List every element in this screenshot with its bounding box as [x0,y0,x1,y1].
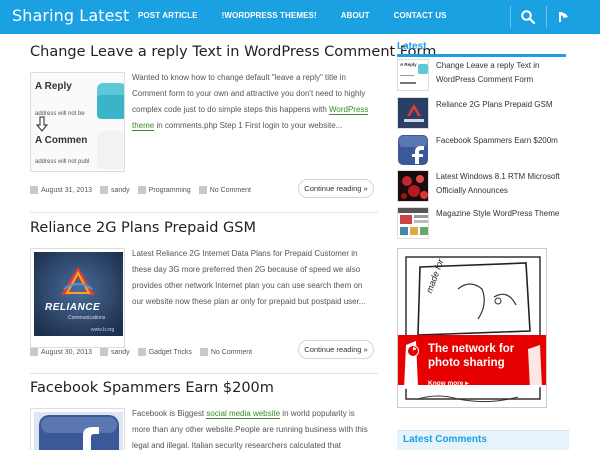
post-excerpt: Wanted to know how to change default "le… [132,73,369,131]
sidebar-heading-latest: Latest [397,41,427,52]
post-category[interactable]: Gadget Tricks [149,349,192,356]
facebook-logo-icon [398,135,428,165]
inline-link[interactable]: social media website [206,409,281,419]
sidebar-item-title[interactable]: Magazine Style WordPress Theme [436,207,569,221]
windows-thumbnail-image [401,175,428,199]
thumb-text: address will not publ [35,159,90,165]
thumb-text: A Reply [400,62,417,67]
sidebar-latest-item[interactable]: Reliance 2G Plans Prepaid GSM [397,97,569,131]
continue-reading-button[interactable]: Continue reading » [298,179,374,198]
post-meta: August 30, 2013 sandy Gadget Tricks No C… [30,345,260,359]
sidebar-thumbnail[interactable]: A Reply [397,59,429,91]
ad-headline: The network for photo sharing [428,343,515,369]
post-title[interactable]: Facebook Spammers Earn $200m [30,380,274,396]
ad-illustration [398,256,546,403]
post-comments[interactable]: No Comment [211,349,252,356]
author-icon [100,348,108,356]
sidebar-latest-item[interactable]: Magazine Style WordPress Theme [397,207,569,241]
search-icon[interactable] [520,9,536,25]
nav-post-article[interactable]: POST ARTICLE [126,0,210,34]
calendar-icon [30,186,38,194]
thumb-decoration [400,75,414,76]
nav-separator [510,6,511,28]
top-navigation-bar: Sharing Latest POST ARTICLE !WORDPRESS T… [0,0,600,34]
sidebar-item-title[interactable]: Reliance 2G Plans Prepaid GSM [436,98,569,112]
post-date: August 30, 2013 [41,348,92,356]
thumb-text: RELIANCE [45,302,101,313]
post-category[interactable]: Programming [149,187,191,194]
nav-contact-us[interactable]: CONTACT US [382,0,459,34]
sidebar-item-title[interactable]: Facebook Spammers Earn $200m [436,134,569,148]
post-excerpt: Facebook is Biggest social media website… [132,409,368,450]
sidebar-thumbnail[interactable] [397,134,429,166]
thumb-text: address will not be [35,111,85,117]
post-comments[interactable]: No Comment [210,187,251,194]
sidebar-latest-item[interactable]: Latest Windows 8.1 RTM Microsoft Officia… [397,170,569,204]
post-thumbnail-image [34,252,123,336]
rss-icon[interactable] [556,9,572,25]
site-title[interactable]: Sharing Latest [12,6,129,25]
post-thumbnail[interactable]: A Reply address will not be A Commen add… [30,72,125,172]
category-icon [137,186,146,194]
post-thumbnail[interactable]: RELIANCE Communications www.b.org [30,248,125,348]
thumb-text: Communications [68,315,106,321]
post-author[interactable]: sandy [111,187,130,194]
sidebar-item-title[interactable]: Latest Windows 8.1 RTM Microsoft Officia… [436,170,569,198]
sidebar-advertisement[interactable]: made for The network for photo sharing K… [397,248,547,408]
sidebar-heading-rule [397,54,566,57]
magazine-theme-thumbnail-image [398,208,428,235]
sidebar-latest-item[interactable]: A Reply Change Leave a reply Text in Wor… [397,59,569,93]
calendar-icon [30,348,38,356]
sidebar-heading-latest-comments: Latest Comments [397,430,569,450]
author-icon [100,186,108,194]
sidebar-thumbnail[interactable] [397,97,429,129]
comment-icon [198,186,207,194]
ad-cta-link[interactable]: Know more ▸ [428,379,468,387]
nav-wordpress-themes[interactable]: !WORDPRESS THEMES! [210,0,329,34]
post-divider [30,212,378,213]
sidebar-item-title[interactable]: Change Leave a reply Text in WordPress C… [436,59,569,87]
sidebar-thumbnail[interactable] [397,170,429,202]
post-divider [30,373,378,374]
sidebar-thumbnail[interactable] [397,207,429,239]
nav-separator [546,6,547,28]
sidebar-latest-item[interactable]: Facebook Spammers Earn $200m [397,134,569,168]
thumb-text: www.b.org [91,327,115,333]
reliance-logo-icon [404,104,424,122]
nav-about[interactable]: ABOUT [329,0,382,34]
post-excerpt: Latest Reliance 2G Internet Data Plans f… [132,249,366,306]
thumb-text: A Reply [35,81,72,92]
post-date: August 31, 2013 [41,186,92,194]
post-title[interactable]: Reliance 2G Plans Prepaid GSM [30,220,256,236]
thumb-text: A Commen [35,135,88,146]
thumb-decoration [400,82,416,84]
thumb-decoration [418,64,428,74]
comment-icon [199,348,208,356]
post-meta: August 31, 2013 sandy Programming No Com… [30,183,259,197]
post-thumbnail[interactable] [30,408,125,450]
post-title[interactable]: Change Leave a reply Text in WordPress C… [30,44,436,60]
vodafone-logo-icon [407,345,419,357]
post-author[interactable]: sandy [111,349,130,356]
main-nav: POST ARTICLE !WORDPRESS THEMES! ABOUT CO… [126,0,459,34]
continue-reading-button[interactable]: Continue reading » [298,340,374,359]
category-icon [137,348,146,356]
facebook-logo-icon [34,412,123,450]
